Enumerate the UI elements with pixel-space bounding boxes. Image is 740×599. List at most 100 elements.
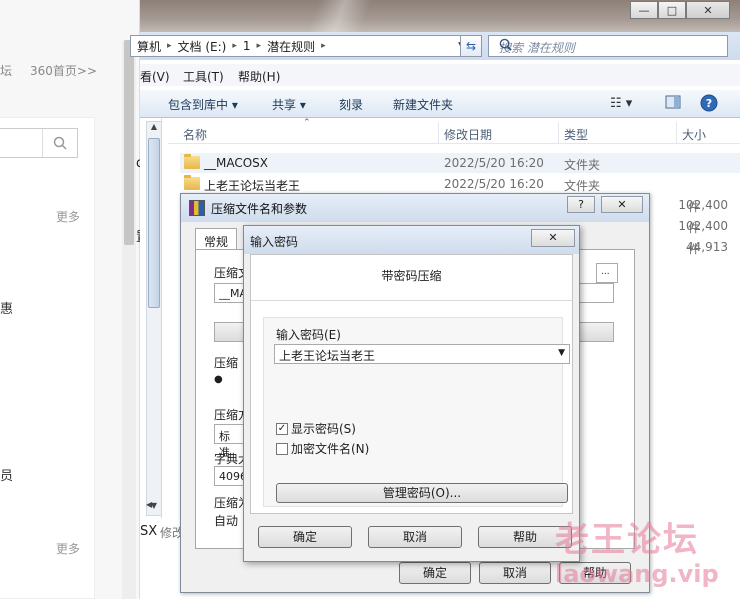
- split-value[interactable]: 自动: [214, 512, 238, 529]
- help-button[interactable]: 帮助: [559, 562, 631, 584]
- horizontal-scroll-arrows[interactable]: ◀: [146, 500, 176, 514]
- navigation-pane: ▲ ▼: [140, 118, 162, 518]
- password-header: 带密码压缩: [251, 255, 572, 301]
- breadcrumb-folder-1[interactable]: 1: [243, 39, 251, 53]
- column-divider[interactable]: [558, 122, 559, 144]
- breadcrumb-drive[interactable]: 文档 (E:): [178, 38, 227, 55]
- column-type[interactable]: 类型: [564, 126, 588, 143]
- password-dialog: 输入密码 ✕ 带密码压缩 输入密码(E) 上老王论坛当老王 ▼ ✓ 显示密码(S…: [243, 225, 580, 562]
- password-title-bar: 输入密码 ✕: [244, 226, 579, 254]
- manage-passwords-button[interactable]: 管理密码(O)...: [276, 483, 568, 503]
- file-date: 2022/5/20 16:20: [444, 177, 544, 191]
- menu-tools[interactable]: 工具(T): [183, 68, 224, 85]
- column-name[interactable]: 名称: [183, 126, 207, 143]
- navigation-scroll-thumb[interactable]: [148, 138, 160, 308]
- encrypt-filenames-label: 加密文件名(N): [291, 442, 370, 456]
- view-options-icon[interactable]: ☷ ▾: [610, 96, 632, 111]
- menu-view[interactable]: 看(V): [140, 68, 170, 85]
- password-help-button[interactable]: 帮助: [478, 526, 572, 548]
- search-box[interactable]: [0, 128, 78, 158]
- password-input[interactable]: 上老王论坛当老王 ▼: [274, 344, 570, 364]
- sort-arrow-icon: ⌃: [303, 118, 311, 128]
- file-type: 文件夹: [564, 179, 601, 193]
- column-headers: 名称 ⌃ 修改日期 类型 大小: [168, 118, 740, 144]
- search-icon[interactable]: [42, 129, 77, 157]
- ok-button[interactable]: 确定: [399, 562, 471, 584]
- cancel-button[interactable]: 取消: [479, 562, 551, 584]
- more-link-bottom[interactable]: 更多: [56, 540, 80, 557]
- side-text-1: 惠: [0, 302, 14, 317]
- password-content: 带密码压缩 输入密码(E) 上老王论坛当老王 ▼ ✓ 显示密码(S) 加密文件名…: [250, 254, 573, 514]
- new-folder-button[interactable]: 新建文件夹: [393, 96, 453, 113]
- menu-help[interactable]: 帮助(H): [238, 68, 280, 85]
- search-input[interactable]: 搜索 潜在规则: [488, 35, 728, 57]
- scrollbar-thumb[interactable]: [124, 40, 134, 245]
- status-selected: SX: [140, 524, 158, 539]
- scroll-up-icon[interactable]: ▲: [147, 122, 161, 136]
- show-password-checkbox[interactable]: ✓ 显示密码(S): [276, 420, 356, 437]
- more-link-top[interactable]: 更多: [56, 208, 80, 225]
- password-ok-button[interactable]: 确定: [258, 526, 352, 548]
- dictionary-select[interactable]: 4096: [214, 466, 247, 486]
- scroll-left-icon[interactable]: ◀: [146, 500, 152, 509]
- refresh-icon[interactable]: ⇆: [460, 35, 482, 57]
- dialog-close-button[interactable]: ✕: [601, 196, 643, 213]
- file-row[interactable]: __MACOSX 2022/5/20 16:20 文件夹: [180, 153, 740, 173]
- navigation-scrollbar[interactable]: ▲ ▼: [146, 121, 162, 516]
- address-bar[interactable]: 算机 ▸ 文档 (E:) ▸ 1 ▸ 潜在规则 ▸ ▼: [130, 35, 470, 57]
- nav-left-text[interactable]: 坛: [0, 62, 12, 79]
- column-divider[interactable]: [438, 122, 439, 144]
- password-cancel-button[interactable]: 取消: [368, 526, 462, 548]
- encrypt-filenames-checkbox[interactable]: 加密文件名(N): [276, 440, 369, 457]
- breadcrumb-separator-icon[interactable]: ▸: [232, 41, 237, 51]
- column-divider[interactable]: [676, 122, 677, 144]
- method-select[interactable]: 标准: [214, 424, 244, 459]
- command-bar: 包含到库中 ▾ 共享 ▾ 刻录 新建文件夹 ☷ ▾ ?: [140, 90, 740, 118]
- breadcrumb-separator-icon[interactable]: ▸: [167, 41, 172, 51]
- include-in-library-button[interactable]: 包含到库中 ▾: [168, 96, 238, 113]
- file-name: 上老王论坛当老王: [204, 179, 301, 193]
- title-bar: — □ ✕: [140, 0, 740, 32]
- window-buttons: — □ ✕: [630, 1, 730, 19]
- browse-button[interactable]: ...: [596, 263, 618, 283]
- preview-pane-icon[interactable]: [665, 94, 681, 113]
- checkbox-checked-icon[interactable]: ✓: [276, 422, 288, 435]
- dialog-title-bar: 压缩文件名和参数 ? ✕: [181, 194, 649, 222]
- file-size: 44,913: [686, 240, 728, 254]
- share-button[interactable]: 共享 ▾: [272, 96, 306, 113]
- show-password-label: 显示密码(S): [291, 422, 356, 436]
- breadcrumb-computer[interactable]: 算机: [137, 38, 161, 55]
- password-header-title: 带密码压缩: [381, 269, 442, 283]
- file-name: __MACOSX: [204, 156, 269, 170]
- title-bar-glare: [280, 0, 400, 32]
- browser-scrollbar[interactable]: [122, 40, 136, 599]
- side-text-2: 员: [0, 469, 14, 484]
- close-button[interactable]: ✕: [686, 1, 730, 19]
- password-dialog-title: 输入密码: [250, 235, 299, 249]
- password-close-button[interactable]: ✕: [531, 229, 575, 247]
- folder-icon: [184, 175, 200, 190]
- column-size[interactable]: 大小: [682, 126, 706, 143]
- column-date[interactable]: 修改日期: [444, 126, 492, 143]
- home-link[interactable]: 360首页>>: [30, 62, 97, 79]
- svg-text:?: ?: [706, 97, 712, 110]
- dialog-help-button[interactable]: ?: [567, 196, 595, 213]
- format-radio[interactable]: ●: [214, 374, 223, 385]
- search-icon[interactable]: [499, 38, 721, 55]
- checkbox-unchecked-icon[interactable]: [276, 442, 288, 455]
- burn-button[interactable]: 刻录: [339, 96, 363, 113]
- tab-general[interactable]: 常规: [195, 228, 238, 250]
- maximize-button[interactable]: □: [658, 1, 686, 19]
- help-icon[interactable]: ?: [700, 94, 718, 115]
- file-row[interactable]: 上老王论坛当老王 2022/5/20 16:20 文件夹: [180, 174, 740, 194]
- menu-bar: 看(V) 工具(T) 帮助(H): [140, 64, 740, 86]
- breadcrumb-separator-icon[interactable]: ▸: [321, 41, 326, 51]
- breadcrumb-folder-current[interactable]: 潜在规则: [267, 38, 315, 55]
- file-date: 2022/5/20 16:20: [444, 156, 544, 170]
- folder-icon: [184, 154, 200, 169]
- minimize-button[interactable]: —: [630, 1, 658, 19]
- password-dropdown-icon[interactable]: ▼: [558, 348, 565, 358]
- password-label: 输入密码(E): [276, 328, 341, 342]
- file-size: 102,400: [678, 219, 728, 233]
- breadcrumb-separator-icon[interactable]: ▸: [257, 41, 262, 51]
